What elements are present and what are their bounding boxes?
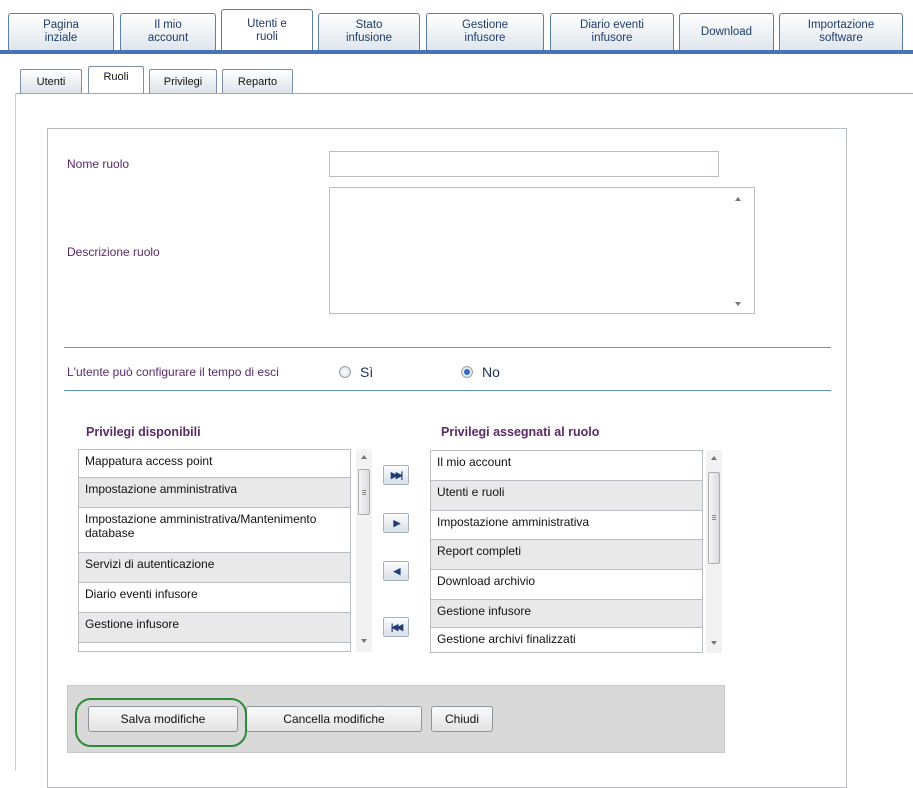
list-item[interactable]: Gestione archivi finalizzati	[431, 628, 702, 652]
exit-time-label: L'utente può configurare il tempo di esc…	[67, 365, 279, 379]
list-item[interactable]: Diario eventi infusore	[79, 583, 350, 613]
grip-icon	[362, 490, 366, 491]
role-description-textarea[interactable]	[329, 187, 755, 314]
list-item[interactable]: Servizi di autenticazione	[79, 553, 350, 583]
arrow-right-icon: ▶	[393, 517, 401, 528]
close-button[interactable]: Chiudi	[431, 706, 493, 732]
subtab-utenti[interactable]: Utenti	[20, 69, 82, 93]
role-name-label: Nome ruolo	[67, 157, 130, 171]
assigned-privileges-list[interactable]: Il mio account Utenti e ruoli Impostazio…	[430, 450, 703, 653]
radio-no[interactable]	[461, 366, 473, 378]
move-all-right-button[interactable]: ▶▶|	[383, 465, 409, 485]
scroll-up-icon[interactable]	[361, 455, 367, 459]
list-item[interactable]: Il mio account	[431, 451, 702, 481]
radio-si-label: Sì	[360, 364, 374, 380]
list-item[interactable]: Gestione infusore	[79, 613, 350, 643]
list-item[interactable]: Utenti e ruoli	[431, 481, 702, 511]
subtab-ruoli[interactable]: Ruoli	[88, 66, 144, 94]
radio-si[interactable]	[339, 366, 351, 378]
grip-icon	[362, 494, 366, 495]
list-item[interactable]: Download archivio	[431, 570, 702, 600]
outer-frame-left	[15, 93, 16, 771]
list-item[interactable]: Impostazione amministrativa	[79, 478, 350, 508]
list-item[interactable]: Impostazione amministrativa	[431, 511, 702, 540]
grip-icon	[362, 492, 366, 493]
scroll-down-icon[interactable]	[361, 639, 367, 643]
move-left-button[interactable]: ◀	[383, 561, 409, 581]
list-item[interactable]: Report completi	[431, 540, 702, 570]
role-description-label: Descrizione ruolo	[67, 245, 160, 259]
assigned-privileges-title: Privilegi assegnati al ruolo	[441, 425, 600, 439]
scroll-thumb[interactable]	[708, 472, 720, 564]
list-item[interactable]: Gestione infusore	[431, 600, 702, 628]
role-name-input[interactable]	[329, 151, 719, 177]
scroll-up-icon[interactable]	[711, 456, 717, 460]
radio-no-label: No	[482, 364, 500, 380]
top-navigation: Pagina inziale Il mio account Utenti e r…	[0, 0, 913, 54]
scroll-thumb[interactable]	[358, 469, 370, 515]
navigation-bar-line	[0, 50, 913, 54]
tab-pagina-iniziale[interactable]: Pagina inziale	[8, 13, 114, 50]
grip-icon	[712, 515, 716, 516]
double-arrow-left-icon: |◀◀	[390, 621, 403, 632]
subtab-divider	[15, 93, 913, 94]
arrow-left-icon: ◀	[393, 565, 401, 576]
tab-download[interactable]: Download	[679, 13, 774, 50]
grip-icon	[712, 519, 716, 520]
subtab-privilegi[interactable]: Privilegi	[149, 69, 217, 93]
available-privileges-list[interactable]: Mappatura access point Impostazione ammi…	[78, 449, 351, 652]
available-privileges-title: Privilegi disponibili	[86, 425, 201, 439]
list-item[interactable]: Impostazione amministrativa/Mantenimento…	[79, 508, 350, 553]
cancel-changes-button[interactable]: Cancella modifiche	[246, 706, 422, 732]
grip-icon	[712, 517, 716, 518]
tab-gestione-infusore[interactable]: Gestione infusore	[426, 13, 544, 50]
section-divider-top	[64, 347, 831, 348]
scroll-up-icon[interactable]	[735, 197, 741, 201]
assigned-list-scrollbar[interactable]	[706, 450, 722, 653]
tab-importazione-software[interactable]: Importazione software	[779, 13, 903, 50]
available-list-scrollbar[interactable]	[356, 449, 372, 652]
list-item[interactable]: Mappatura access point	[79, 450, 350, 478]
scroll-down-icon[interactable]	[735, 302, 741, 306]
move-right-button[interactable]: ▶	[383, 513, 409, 533]
tab-utenti-e-ruoli[interactable]: Utenti e ruoli	[221, 9, 313, 52]
highlight-circle	[75, 698, 247, 747]
tab-stato-infusione[interactable]: Stato infusione	[318, 13, 420, 50]
scroll-down-icon[interactable]	[711, 641, 717, 645]
move-all-left-button[interactable]: |◀◀	[383, 617, 409, 637]
section-divider-bottom	[64, 390, 831, 391]
tab-il-mio-account[interactable]: Il mio account	[120, 13, 216, 50]
tab-diario-eventi-infusore[interactable]: Diario eventi infusore	[550, 13, 674, 50]
subtab-reparto[interactable]: Reparto	[222, 69, 293, 93]
double-arrow-right-icon: ▶▶|	[390, 469, 403, 480]
